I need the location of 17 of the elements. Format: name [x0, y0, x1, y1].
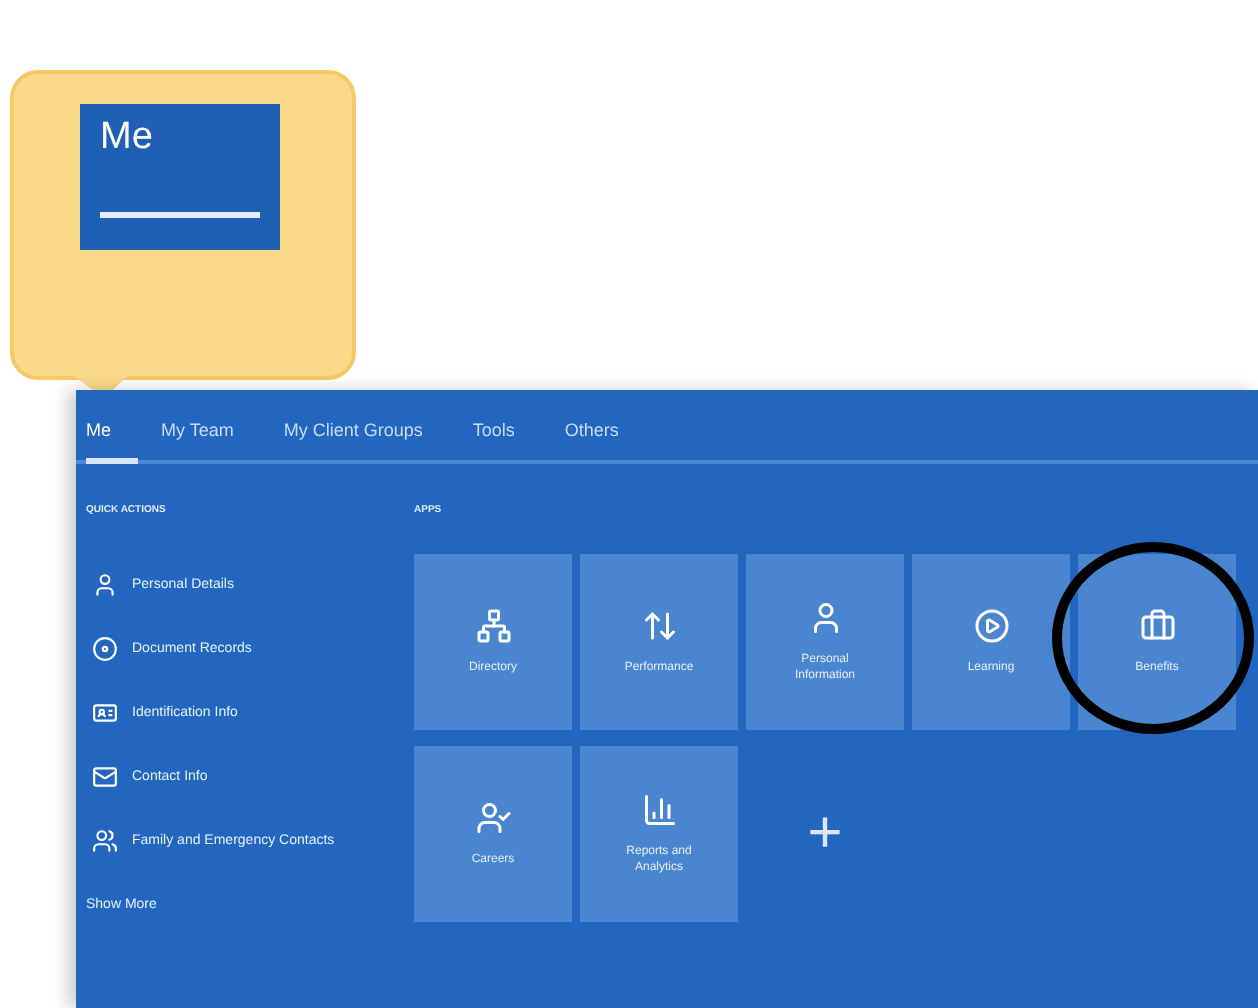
briefcase-icon: [1139, 607, 1175, 644]
person-check-icon: [475, 799, 511, 836]
tab[interactable]: My Client Groups: [283, 420, 449, 464]
disc-icon: [92, 636, 118, 662]
org-chart-icon: [475, 607, 511, 644]
tab[interactable]: My Team: [161, 420, 260, 464]
tab[interactable]: Others: [564, 420, 645, 464]
report-icon: [641, 791, 677, 828]
people-icon: [92, 828, 118, 854]
tab[interactable]: Tools: [472, 420, 541, 464]
person-icon: [92, 572, 118, 598]
play-icon: [973, 607, 1009, 644]
callout-label: Me: [100, 116, 155, 160]
add-button[interactable]: +: [807, 800, 843, 868]
mail-icon: [92, 764, 118, 790]
tab[interactable]: Me: [86, 420, 138, 464]
id-card-icon: [92, 700, 118, 726]
